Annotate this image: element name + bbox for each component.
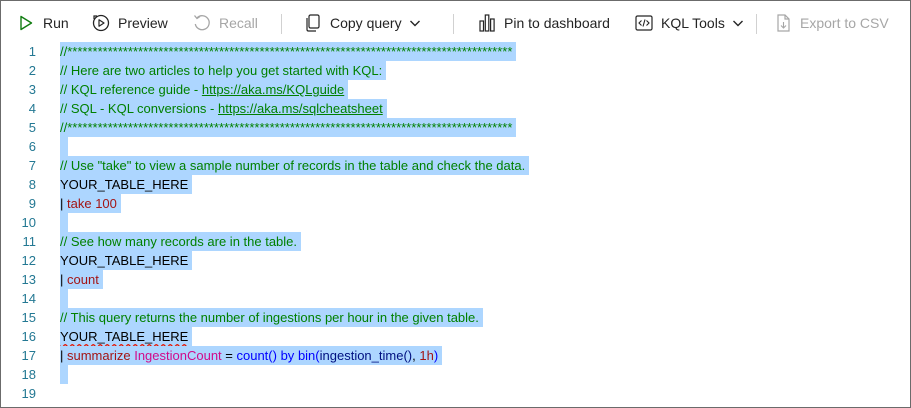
code-line[interactable]: // See how many records are in the table… (60, 232, 302, 251)
code-line[interactable]: YOUR_TABLE_HERE (60, 327, 193, 346)
summarize-keyword: summarize (67, 348, 131, 363)
count-keyword: count (67, 272, 99, 287)
table-name-error: YOUR_TABLE_HERE (60, 329, 189, 344)
line-number: 14 (21, 291, 36, 306)
toolbar-divider (281, 14, 282, 34)
line-number: 2 (28, 63, 36, 78)
kql-guide-link[interactable]: https://aka.ms/KQLguide (202, 82, 344, 97)
comment-text: //**************************************… (60, 120, 513, 135)
comment-text: // See how many records are in the table… (60, 234, 298, 249)
export-csv-button[interactable]: Export to CSV (773, 10, 889, 36)
line-number: 6 (28, 139, 36, 154)
recall-icon (192, 13, 212, 33)
line-number: 3 (28, 82, 36, 97)
dashboard-pin-icon (477, 13, 497, 33)
count-function: count() (236, 348, 277, 363)
code-line[interactable]: YOUR_TABLE_HERE (60, 175, 193, 194)
line-number: 4 (28, 101, 36, 116)
by-keyword: by (280, 348, 295, 363)
kql-tools-icon (634, 13, 654, 33)
play-icon (16, 13, 36, 33)
recall-label: Recall (219, 15, 258, 31)
copy-icon (303, 13, 323, 33)
query-editor-window: Run Preview Recall Copy query Pin to das… (0, 0, 911, 408)
code-editor[interactable]: 1 2 3 4 5 6 7 8 9 10 11 12 13 14 15 16 1… (2, 42, 911, 408)
pin-to-dashboard-label: Pin to dashboard (504, 15, 610, 31)
code-line[interactable]: //**************************************… (60, 118, 517, 137)
table-name: YOUR_TABLE_HERE (60, 177, 189, 192)
line-number: 18 (21, 367, 36, 382)
sql-cheatsheet-link[interactable]: https://aka.ms/sqlcheatsheet (218, 101, 383, 116)
chevron-down-icon (732, 17, 744, 29)
line-number: 11 (22, 234, 37, 249)
number-literal: 100 (95, 196, 117, 211)
comment-text: // SQL - KQL conversions - (60, 101, 218, 116)
code-line[interactable]: | count (60, 270, 103, 289)
timespan-literal: 1h (419, 348, 434, 363)
comment-text: // Use "take" to view a sample number of… (60, 158, 526, 173)
line-number: 13 (21, 272, 36, 287)
code-line[interactable]: // Use "take" to view a sample number of… (60, 156, 530, 175)
line-number: 5 (28, 120, 36, 135)
line-number: 15 (21, 310, 36, 325)
export-csv-label: Export to CSV (800, 15, 889, 31)
take-keyword: take (67, 196, 92, 211)
code-line-empty[interactable] (60, 289, 68, 308)
kql-tools-label: KQL Tools (661, 15, 725, 31)
code-line-empty[interactable] (60, 137, 68, 156)
ingestion-time-function: ingestion_time() (319, 348, 413, 363)
preview-label: Preview (118, 15, 168, 31)
assign-operator: = (221, 348, 237, 363)
toolbar-divider (453, 14, 454, 34)
recall-button[interactable]: Recall (192, 10, 258, 36)
comment-text: //**************************************… (60, 44, 513, 59)
line-number: 12 (21, 253, 36, 268)
export-csv-icon (773, 13, 793, 33)
chevron-down-icon (409, 17, 421, 29)
toolbar: Run Preview Recall Copy query Pin to das… (2, 2, 911, 42)
toolbar-divider (756, 14, 757, 34)
code-line[interactable]: // This query returns the number of inge… (60, 308, 483, 327)
code-line[interactable]: // SQL - KQL conversions - https://aka.m… (60, 99, 387, 118)
preview-button[interactable]: Preview (91, 10, 168, 36)
code-line[interactable]: YOUR_TABLE_HERE (60, 251, 193, 270)
line-number: 17 (21, 348, 36, 363)
bin-function: bin( (297, 348, 320, 363)
line-number: 9 (28, 196, 36, 211)
run-button[interactable]: Run (16, 10, 69, 36)
table-name: YOUR_TABLE_HERE (60, 253, 189, 268)
line-number: 19 (21, 386, 36, 401)
code-line[interactable]: // Here are two articles to help you get… (60, 61, 387, 80)
line-number-gutter: 1 2 3 4 5 6 7 8 9 10 11 12 13 14 15 16 1… (2, 42, 54, 408)
preview-icon (91, 13, 111, 33)
code-line[interactable]: | take 100 (60, 194, 121, 213)
copy-query-label: Copy query (330, 15, 402, 31)
pipe-operator: | (60, 348, 67, 363)
code-line[interactable]: //**************************************… (60, 42, 517, 61)
pipe-operator: | (60, 196, 67, 211)
line-number: 1 (28, 44, 36, 59)
line-number: 16 (21, 329, 36, 344)
code-line[interactable]: | summarize IngestionCount = count() by … (60, 346, 443, 365)
code-line[interactable]: // KQL reference guide - https://aka.ms/… (60, 80, 349, 99)
pipe-operator: | (60, 272, 67, 287)
code-line-empty[interactable] (60, 213, 68, 232)
comment-text: // Here are two articles to help you get… (60, 63, 383, 78)
close-paren: ) (433, 348, 439, 363)
comment-text: // This query returns the number of inge… (60, 310, 479, 325)
pin-to-dashboard-button[interactable]: Pin to dashboard (477, 10, 610, 36)
run-label: Run (43, 15, 69, 31)
kql-tools-button[interactable]: KQL Tools (634, 10, 744, 36)
copy-query-button[interactable]: Copy query (303, 10, 421, 36)
comment-text: // KQL reference guide - (60, 82, 202, 97)
line-number: 7 (28, 158, 36, 173)
line-number: 10 (21, 215, 36, 230)
line-number: 8 (28, 177, 36, 192)
code-line-empty[interactable] (60, 365, 68, 384)
column-name: IngestionCount (134, 348, 222, 363)
